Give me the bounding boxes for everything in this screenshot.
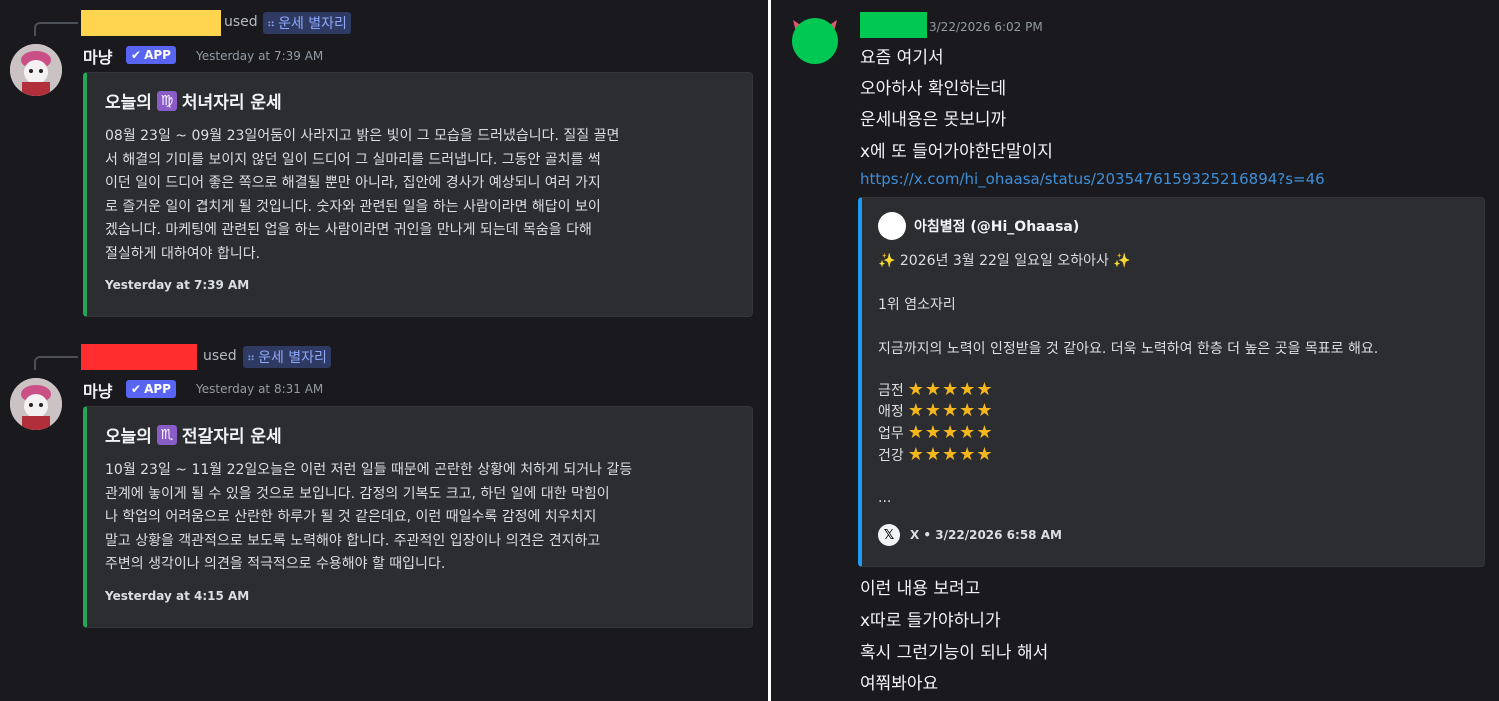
avatar[interactable]: [10, 44, 62, 96]
star-icons: ★★★★★: [907, 400, 994, 421]
app-badge: ✔ APP: [126, 380, 176, 398]
redacted-username: [81, 344, 197, 370]
reply-connector: [34, 22, 78, 36]
app-badge: ✔ APP: [126, 46, 176, 64]
fortune-embed: 오늘의 ♍ 처녀자리 운세 08월 23일 ~ 09월 23일어둠이 사라지고 …: [83, 72, 753, 317]
check-icon: ✔: [131, 382, 142, 396]
embed-title-suffix: 전갈자리 운세: [181, 427, 282, 447]
embed-footer: Yesterday at 4:15 AM: [105, 589, 250, 603]
redacted-username: [81, 10, 221, 36]
author-name: 아침별점 (@Hi_Ohaasa): [914, 219, 1080, 235]
message-line: 혹시 그런기능이 되나 해서: [860, 643, 1049, 663]
x-post-embed: 아침별점 (@Hi_Ohaasa) ✨ 2026년 3월 22일 일요일 오하아…: [858, 197, 1485, 567]
message-line: 여쭤봐아요: [860, 674, 939, 694]
used-label: used: [203, 348, 237, 364]
embed-title-prefix: 오늘의: [105, 93, 152, 113]
author-avatar: [878, 212, 906, 240]
bot-name[interactable]: 마냥: [83, 44, 112, 68]
bot-name[interactable]: 마냥: [83, 378, 112, 402]
embed-footer-text: X • 3/22/2026 6:58 AM: [910, 528, 1062, 542]
rating-row-health: 건강 ★★★★★: [878, 445, 993, 465]
rating-label: 애정: [878, 404, 904, 420]
fortune-embed: 오늘의 ♏ 전갈자리 운세 10월 23일 ~ 11월 22일오늘은 이런 저런…: [83, 406, 753, 628]
redacted-username: [860, 12, 927, 38]
star-icons: ★★★★★: [907, 379, 994, 400]
embed-footer: 𝕏 X • 3/22/2026 6:58 AM: [878, 524, 1062, 546]
rating-row-work: 업무 ★★★★★: [878, 423, 993, 443]
command-icon: ⠶: [267, 16, 275, 30]
embed-ellipsis: ...: [878, 490, 892, 506]
message-line: 운세내용은 못보니까: [860, 110, 1007, 130]
message-line: 오아하사 확인하는데: [860, 79, 1007, 99]
message-line: 이런 내용 보려고: [860, 579, 981, 599]
embed-message: 지금까지의 노력이 인정받을 것 같아요. 더욱 노력하여 한층 더 높은 곳을…: [878, 341, 1379, 357]
left-chat-pane: used ⠶ 운세 별자리 마냥 ✔ APP Yesterday at 7:39…: [0, 0, 768, 701]
check-icon: ✔: [131, 48, 142, 62]
embed-date-line: ✨ 2026년 3월 22일 일요일 오하아사 ✨: [878, 253, 1131, 269]
avatar[interactable]: [10, 378, 62, 430]
used-label: used: [224, 14, 258, 30]
command-name: 운세 별자리: [278, 16, 347, 32]
cat-avatar-icon: [10, 378, 62, 430]
x-status-link[interactable]: https://x.com/hi_ohaasa/status/203547615…: [860, 170, 1325, 188]
reply-connector: [34, 356, 78, 370]
rating-row-money: 금전 ★★★★★: [878, 380, 993, 400]
rating-label: 금전: [878, 383, 904, 399]
cat-avatar-icon: [10, 44, 62, 96]
command-name: 운세 별자리: [258, 350, 327, 366]
embed-author[interactable]: 아침별점 (@Hi_Ohaasa): [878, 212, 1079, 240]
embed-description: 10월 23일 ~ 11월 22일오늘은 이런 저런 일들 때문에 곤란한 상황…: [105, 462, 633, 572]
rating-label: 업무: [878, 426, 904, 442]
embed-description: 08월 23일 ~ 09월 23일어둠이 사라지고 밝은 빛이 그 모습을 드러…: [105, 128, 620, 262]
slash-command-chip[interactable]: ⠶ 운세 별자리: [263, 12, 351, 34]
x-logo-icon: 𝕏: [878, 524, 900, 546]
embed-title-prefix: 오늘의: [105, 427, 152, 447]
avatar[interactable]: [789, 14, 841, 66]
command-icon: ⠶: [247, 350, 255, 364]
message-timestamp: Yesterday at 7:39 AM: [196, 49, 324, 63]
embed-rank-line: 1위 염소자리: [878, 297, 956, 313]
message-line: 요즘 여기서: [860, 48, 944, 68]
rating-row-love: 애정 ★★★★★: [878, 401, 993, 421]
star-icons: ★★★★★: [907, 444, 994, 465]
app-badge-label: APP: [144, 48, 171, 62]
cat-ears-avatar-icon: [792, 18, 838, 64]
message-timestamp: 3/22/2026 6:02 PM: [929, 20, 1043, 34]
embed-title-suffix: 처녀자리 운세: [181, 93, 282, 113]
right-chat-pane: 3/22/2026 6:02 PM 요즘 여기서 오아하사 확인하는데 운세내용…: [771, 0, 1499, 701]
virgo-icon: ♍: [156, 90, 177, 111]
embed-footer: Yesterday at 7:39 AM: [105, 278, 250, 292]
rating-label: 건강: [878, 448, 904, 464]
scorpio-icon: ♏: [156, 424, 177, 445]
star-icons: ★★★★★: [907, 422, 994, 443]
message-line: x따로 들가야하니가: [860, 611, 1001, 631]
embed-title: 오늘의 ♏ 전갈자리 운세: [105, 422, 282, 447]
slash-command-chip[interactable]: ⠶ 운세 별자리: [243, 346, 331, 368]
embed-title: 오늘의 ♍ 처녀자리 운세: [105, 88, 282, 113]
app-badge-label: APP: [144, 382, 171, 396]
message-timestamp: Yesterday at 8:31 AM: [196, 382, 324, 396]
message-line: x에 또 들어가야한단말이지: [860, 142, 1053, 162]
